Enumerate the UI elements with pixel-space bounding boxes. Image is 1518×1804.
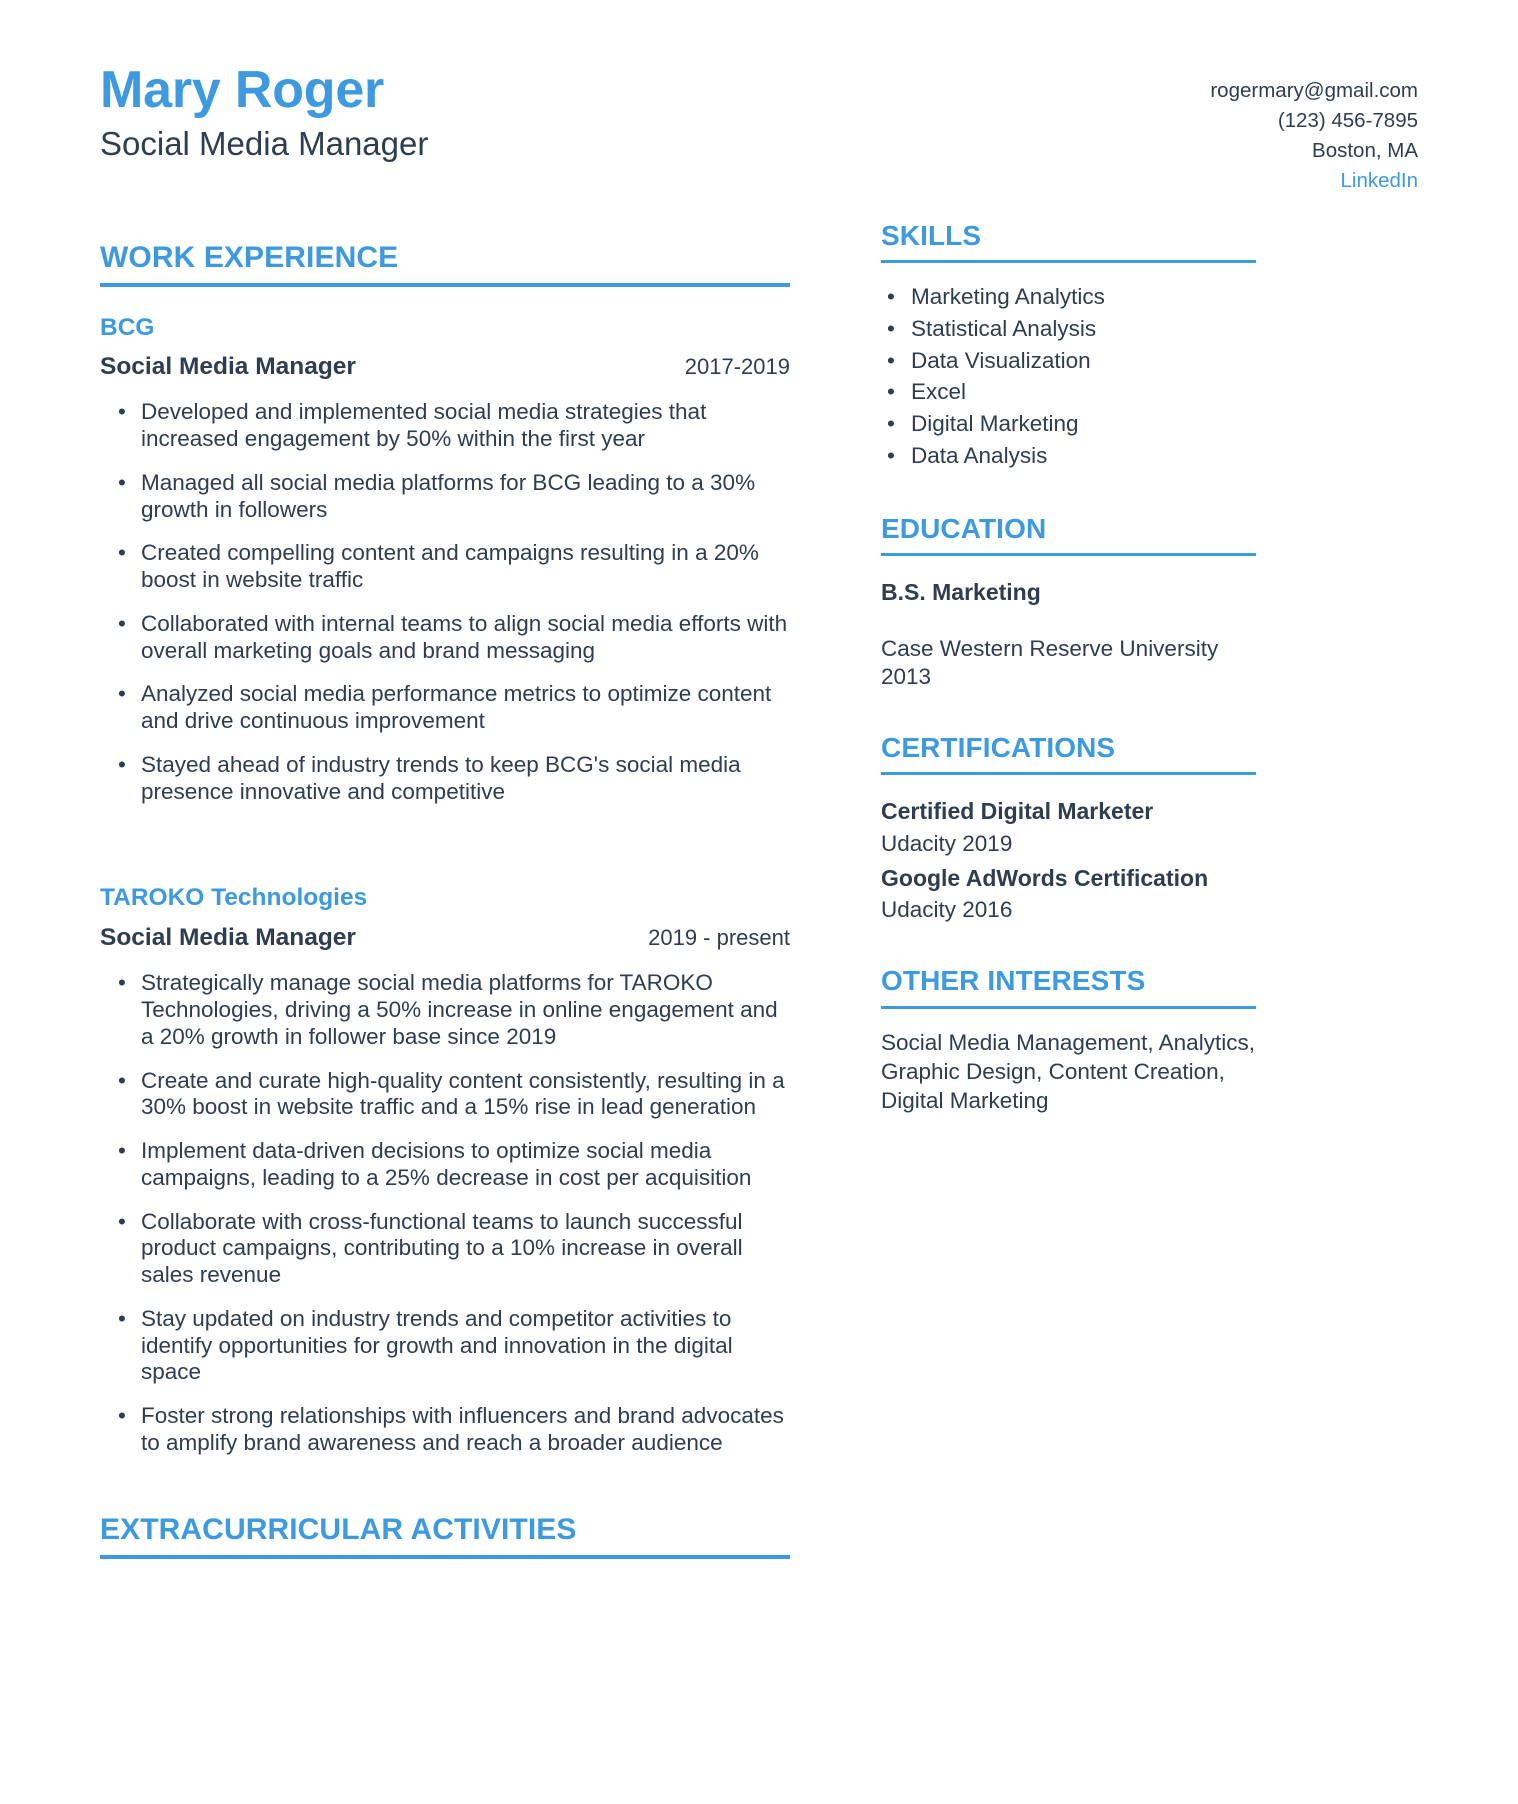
job-bullet: Foster strong relationships with influen… — [100, 1403, 790, 1457]
education-entry: B.S. Marketing — [881, 578, 1256, 607]
certification-name: Google AdWords Certification — [881, 864, 1209, 891]
job-bullet: Collaborate with cross-functional teams … — [100, 1209, 790, 1289]
resume-content: Mary Roger Social Media Manager rogermar… — [0, 0, 1518, 1559]
resume-header: Mary Roger Social Media Manager rogermar… — [100, 62, 1418, 197]
job-bullet: Created compelling content and campaigns… — [100, 540, 790, 594]
skill-item: Data Visualization — [881, 345, 1256, 377]
job-title-row: Social Media Manager 2017-2019 — [100, 352, 790, 381]
job-dates: 2017-2019 — [684, 353, 790, 379]
section-work-experience: WORK EXPERIENCE BCG Social Media Manager… — [100, 241, 790, 1457]
job-bullet: Stayed ahead of industry trends to keep … — [100, 752, 790, 806]
extracurricular-title: EXTRACURRICULAR ACTIVITIES — [100, 1512, 577, 1546]
skill-item: Statistical Analysis — [881, 313, 1256, 345]
skills-list: Marketing Analytics Statistical Analysis… — [881, 281, 1256, 471]
job-bullet: Managed all social media platforms for B… — [100, 470, 790, 524]
skills-title: SKILLS — [881, 219, 982, 251]
job-company: BCG — [100, 313, 155, 341]
section-extracurricular-activities: EXTRACURRICULAR ACTIVITIES — [100, 1513, 790, 1559]
skill-item: Excel — [881, 376, 1256, 408]
education-school: Case Western Reserve University — [881, 636, 1219, 662]
education-rule — [881, 553, 1256, 557]
job-title: Social Media Manager — [100, 352, 356, 380]
certification-provider: Udacity 2016 — [881, 897, 1013, 923]
identity-block: Mary Roger Social Media Manager — [100, 62, 428, 164]
side-column: SKILLS Marketing Analytics Statistical A… — [881, 219, 1256, 1116]
contact-email[interactable]: rogermary@gmail.com — [1210, 76, 1418, 106]
certification-entry: Certified Digital Marketer Udacity 2019 — [881, 797, 1256, 857]
job-bullet: Create and curate high-quality content c… — [100, 1068, 790, 1122]
contact-block: rogermary@gmail.com (123) 456-7895 Bosto… — [1210, 62, 1418, 197]
section-certifications: CERTIFICATIONS Certified Digital Markete… — [881, 731, 1256, 925]
contact-location: Boston, MA — [1312, 139, 1418, 163]
resume-page: Mary Roger Social Media Manager rogermar… — [0, 0, 1518, 1804]
education-title: EDUCATION — [881, 512, 1047, 544]
job-bullet: Analyzed social media performance metric… — [100, 681, 790, 735]
extracurricular-rule — [100, 1554, 790, 1559]
candidate-name: Mary Roger — [100, 61, 385, 119]
job-entry: BCG Social Media Manager 2017-2019 Devel… — [100, 313, 790, 806]
job-bullet-list: Strategically manage social media platfo… — [100, 970, 790, 1456]
other-interests-title: OTHER INTERESTS — [881, 965, 1146, 997]
section-skills: SKILLS Marketing Analytics Statistical A… — [881, 219, 1256, 472]
job-entry: TAROKO Technologies Social Media Manager… — [100, 883, 790, 1456]
other-interests-rule — [881, 1005, 1256, 1009]
job-title-row: Social Media Manager 2019 - present — [100, 923, 790, 952]
skills-rule — [881, 260, 1256, 264]
job-bullet: Collaborated with internal teams to alig… — [100, 611, 790, 665]
contact-phone[interactable]: (123) 456-7895 — [1210, 106, 1418, 136]
job-bullet: Developed and implemented social media s… — [100, 399, 790, 453]
candidate-headline: Social Media Manager — [100, 125, 429, 163]
resume-columns: WORK EXPERIENCE BCG Social Media Manager… — [100, 220, 1418, 1559]
section-education: EDUCATION B.S. Marketing Case Western Re… — [881, 512, 1256, 691]
job-bullet: Stay updated on industry trends and comp… — [100, 1306, 790, 1386]
job-dates: 2019 - present — [648, 924, 790, 950]
certification-entry: Google AdWords Certification Udacity 201… — [881, 864, 1256, 924]
job-bullet-list: Developed and implemented social media s… — [100, 399, 790, 805]
job-title: Social Media Manager — [100, 923, 356, 951]
certification-provider: Udacity 2019 — [881, 831, 1013, 857]
education-school-block: Case Western Reserve University 2013 — [881, 635, 1256, 690]
section-other-interests: OTHER INTERESTS Social Media Management,… — [881, 965, 1256, 1115]
education-degree: B.S. Marketing — [881, 579, 1041, 606]
skill-item: Data Analysis — [881, 440, 1256, 472]
work-experience-title: WORK EXPERIENCE — [100, 240, 399, 274]
certifications-rule — [881, 772, 1256, 776]
job-bullet: Strategically manage social media platfo… — [100, 970, 790, 1050]
main-column: WORK EXPERIENCE BCG Social Media Manager… — [100, 241, 790, 1559]
linkedin-link[interactable]: LinkedIn — [1210, 166, 1418, 196]
job-company: TAROKO Technologies — [100, 884, 368, 912]
certification-name: Certified Digital Marketer — [881, 798, 1154, 825]
skill-item: Marketing Analytics — [881, 281, 1256, 313]
job-bullet: Implement data-driven decisions to optim… — [100, 1138, 790, 1192]
education-year: 2013 — [881, 663, 932, 689]
skill-item: Digital Marketing — [881, 408, 1256, 440]
certifications-title: CERTIFICATIONS — [881, 731, 1116, 763]
other-interests-text: Social Media Management, Analytics, Grap… — [881, 1029, 1255, 1113]
work-experience-rule — [100, 282, 790, 287]
